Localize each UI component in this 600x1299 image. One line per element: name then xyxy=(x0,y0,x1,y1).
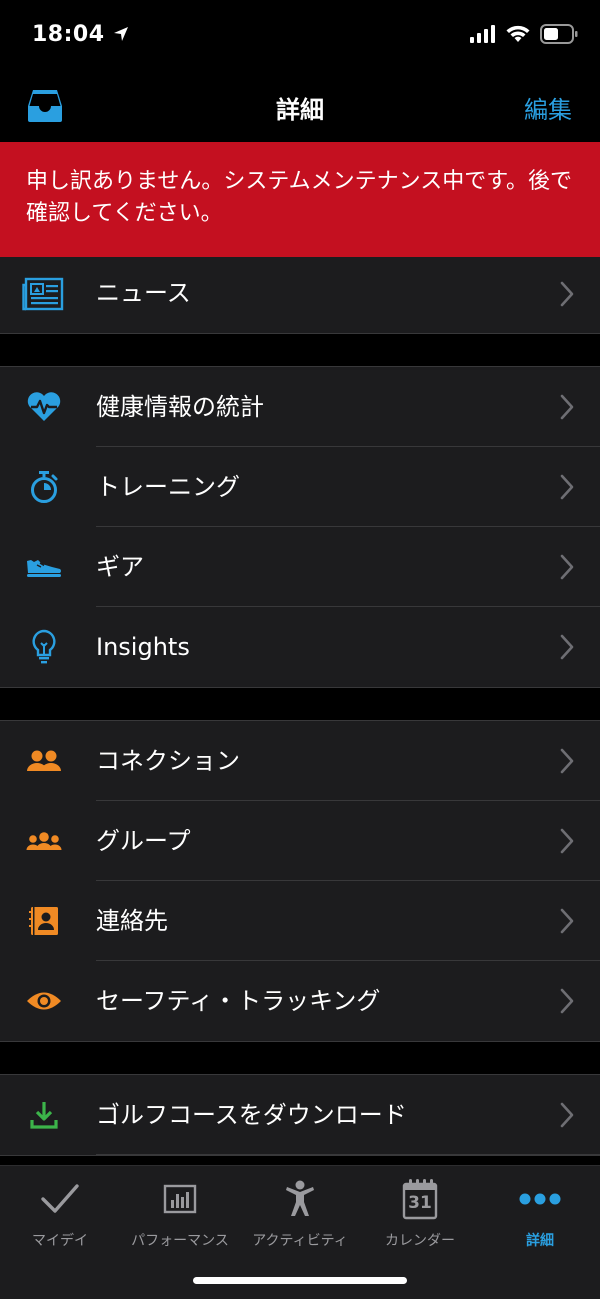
chevron-right-icon xyxy=(560,281,574,307)
eye-icon xyxy=(22,979,66,1023)
menu-item-groups[interactable]: グループ xyxy=(0,801,600,881)
chevron-right-icon xyxy=(560,748,574,774)
row-separator xyxy=(96,1154,600,1155)
menu-item-label: 健康情報の統計 xyxy=(96,393,264,421)
chevron-right-icon xyxy=(560,394,574,420)
chevron-right-icon xyxy=(560,634,574,660)
download-icon xyxy=(22,1093,66,1137)
lightbulb-icon xyxy=(22,625,66,669)
menu-list: ニュース 健康情報の統計 トレーニング ギア Insights コネクション グ… xyxy=(0,257,600,1165)
menu-item-contacts[interactable]: 連絡先 xyxy=(0,881,600,961)
tab-calendar[interactable]: 31 カレンダー xyxy=(360,1178,480,1250)
menu-item-gear[interactable]: ギア xyxy=(0,527,600,607)
menu-group-news: ニュース xyxy=(0,257,600,334)
menu-group-golf: ゴルフコースをダウンロード xyxy=(0,1074,600,1156)
tab-performance[interactable]: パフォーマンス xyxy=(120,1178,240,1250)
chevron-right-icon xyxy=(560,988,574,1014)
menu-group-health: 健康情報の統計 トレーニング ギア Insights xyxy=(0,366,600,688)
contacts-book-icon xyxy=(22,899,66,943)
maintenance-banner: 申し訳ありません。システムメンテナンス中です。後で確認してください。 xyxy=(0,142,600,257)
chevron-right-icon xyxy=(560,474,574,500)
heart-pulse-icon xyxy=(22,385,66,429)
menu-item-label: 連絡先 xyxy=(96,907,168,935)
calendar-icon: 31 xyxy=(360,1178,480,1220)
stopwatch-icon xyxy=(22,465,66,509)
chevron-right-icon xyxy=(560,828,574,854)
menu-item-label: コネクション xyxy=(96,747,240,775)
chevron-right-icon xyxy=(560,554,574,580)
chevron-right-icon xyxy=(560,1102,574,1128)
chevron-right-icon xyxy=(560,908,574,934)
people-icon xyxy=(22,739,66,783)
home-indicator[interactable] xyxy=(193,1277,407,1284)
menu-item-label: グループ xyxy=(96,827,191,855)
menu-item-label: セーフティ・トラッキング xyxy=(96,987,381,1015)
menu-item-label: Insights xyxy=(96,633,190,661)
status-time-text: 18:04 xyxy=(32,22,105,47)
navigation-bar: 詳細 編集 xyxy=(0,72,600,142)
tab-label: アクティビティ xyxy=(252,1233,348,1249)
cellular-signal-icon xyxy=(470,25,495,43)
bar-chart-icon xyxy=(120,1178,240,1220)
checkmark-icon xyxy=(0,1178,120,1220)
status-bar: 18:04 xyxy=(0,0,600,72)
tab-label: 詳細 xyxy=(526,1233,554,1249)
person-icon xyxy=(240,1178,360,1220)
section-gap xyxy=(0,1042,600,1074)
section-gap xyxy=(0,688,600,720)
menu-item-news[interactable]: ニュース xyxy=(0,257,600,333)
wifi-icon xyxy=(506,25,530,42)
tab-activities[interactable]: アクティビティ xyxy=(240,1178,360,1250)
edit-button[interactable]: 編集 xyxy=(524,90,572,125)
menu-item-safety-tracking[interactable]: セーフティ・トラッキング xyxy=(0,961,600,1041)
menu-item-insights[interactable]: Insights xyxy=(0,607,600,687)
shoe-icon xyxy=(22,545,66,589)
location-arrow-icon xyxy=(113,27,128,41)
calendar-day: 31 xyxy=(408,1193,432,1213)
section-gap xyxy=(0,334,600,366)
tab-label: マイデイ xyxy=(32,1233,88,1249)
tab-label: カレンダー xyxy=(385,1233,455,1249)
menu-item-health-stats[interactable]: 健康情報の統計 xyxy=(0,367,600,447)
tab-my-day[interactable]: マイデイ xyxy=(0,1178,120,1250)
menu-item-golf-download[interactable]: ゴルフコースをダウンロード xyxy=(0,1075,600,1155)
more-dots-icon xyxy=(480,1178,600,1220)
group-icon xyxy=(22,819,66,863)
status-icons xyxy=(470,24,578,44)
menu-group-social: コネクション グループ 連絡先 セーフティ・トラッキング xyxy=(0,720,600,1042)
battery-icon xyxy=(540,24,578,44)
page-title: 詳細 xyxy=(276,96,324,124)
newspaper-icon xyxy=(22,273,66,317)
menu-item-label: ニュース xyxy=(96,279,191,307)
menu-item-connections[interactable]: コネクション xyxy=(0,721,600,801)
menu-item-label: トレーニング xyxy=(96,473,240,501)
tab-label: パフォーマンス xyxy=(131,1233,229,1249)
tab-more[interactable]: 詳細 xyxy=(480,1178,600,1250)
menu-item-label: ゴルフコースをダウンロード xyxy=(96,1101,407,1129)
menu-item-label: ギア xyxy=(96,553,144,581)
menu-item-training[interactable]: トレーニング xyxy=(0,447,600,527)
status-time: 18:04 xyxy=(32,22,129,47)
